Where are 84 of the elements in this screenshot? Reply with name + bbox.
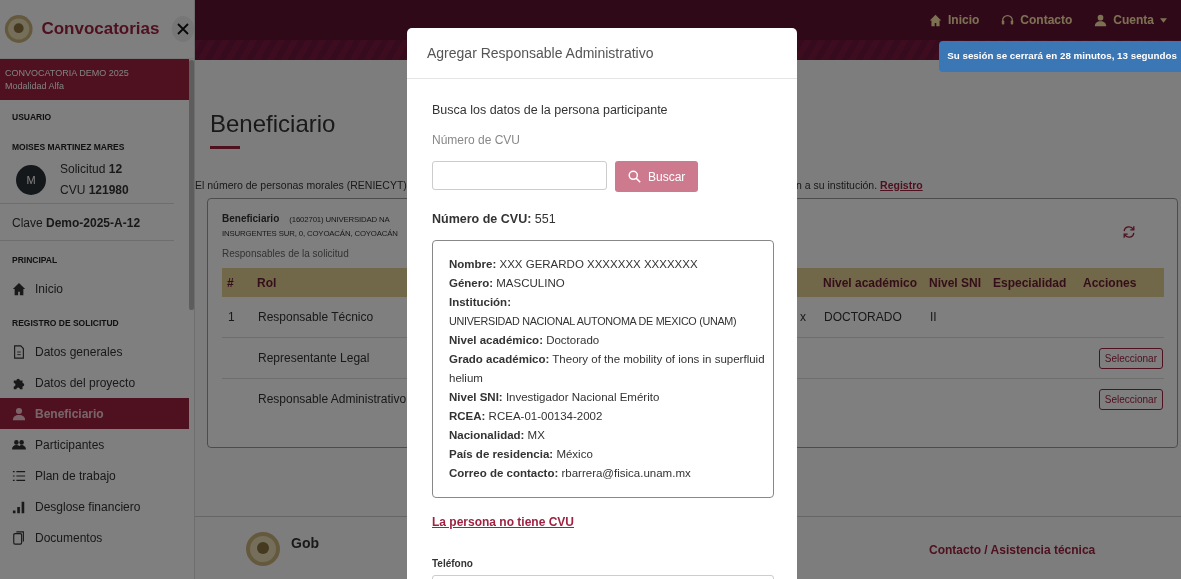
user-name: MOISES MARTINEZ MARES bbox=[11, 141, 126, 154]
home-icon bbox=[929, 13, 942, 27]
search-button[interactable]: Buscar bbox=[615, 161, 699, 192]
notice-text: El número de personas morales (RENIECYT) bbox=[195, 179, 406, 191]
cvu-number: CVU 121980 bbox=[60, 183, 129, 197]
column-header: # bbox=[226, 275, 235, 290]
column-header: Nivel académico bbox=[822, 275, 919, 290]
call-modality: Modalidad Alfa bbox=[5, 81, 66, 91]
cvu-input-field[interactable] bbox=[432, 161, 607, 190]
table-cell-text: x bbox=[800, 310, 807, 324]
select-button[interactable]: Seleccionar bbox=[1098, 388, 1163, 410]
title-underline bbox=[210, 146, 240, 149]
table-cell-text: Representante Legal bbox=[257, 351, 371, 365]
headset-icon bbox=[1001, 13, 1015, 27]
section-heading: USUARIO bbox=[11, 111, 53, 124]
close-button[interactable] bbox=[171, 16, 194, 42]
cvu-result: Número de CVU: 551 bbox=[432, 212, 557, 226]
top-nav-link[interactable]: Cuenta bbox=[1094, 13, 1167, 27]
card-subtitle: Responsables de la solicitud bbox=[222, 248, 350, 259]
top-nav-link[interactable]: Contacto bbox=[1001, 13, 1073, 27]
users-icon bbox=[12, 437, 26, 452]
caret-icon bbox=[1160, 17, 1167, 23]
section-heading: REGISTRO DE SOLICITUD bbox=[11, 317, 120, 330]
page-title: Beneficiario bbox=[210, 110, 336, 138]
nav-item[interactable]: Desglose financiero bbox=[0, 491, 189, 522]
nav-item[interactable]: Participantes bbox=[0, 429, 189, 460]
table-cell-text: DOCTORADO bbox=[823, 310, 903, 324]
detail-line: País de residencia: México bbox=[449, 447, 594, 462]
table-cell-text: II bbox=[929, 310, 938, 324]
nav-item[interactable]: Documentos bbox=[0, 522, 189, 553]
list-icon bbox=[12, 468, 26, 483]
detail-line: Género: MASCULINO bbox=[449, 276, 566, 291]
column-header: Rol bbox=[256, 275, 278, 290]
emblem-icon bbox=[4, 12, 34, 46]
application-key: Clave Demo-2025-A-12 bbox=[0, 203, 174, 241]
nav-item[interactable]: Beneficiario bbox=[0, 398, 189, 429]
home-icon bbox=[12, 281, 26, 296]
refresh-icon[interactable] bbox=[1122, 225, 1136, 239]
registration-link[interactable]: Registro bbox=[880, 179, 923, 191]
footer-logo-text: Gob bbox=[291, 535, 319, 551]
user-icon bbox=[12, 406, 26, 421]
nav-item[interactable]: Datos generales bbox=[0, 336, 189, 367]
detail-value: UNIVERSIDAD NACIONAL AUTONOMA DE MEXICO (UNAM) bbox=[449, 314, 738, 329]
scrollbar-thumb[interactable] bbox=[189, 60, 194, 310]
detail-line: Nombre: XXX GERARDO XXXXXXX XXXXXXX bbox=[449, 257, 699, 272]
nav-item[interactable]: Datos del proyecto bbox=[0, 367, 189, 398]
field-label: Número de CVU bbox=[432, 133, 522, 147]
application-number: Solicitud 12 bbox=[60, 162, 124, 176]
nav-item[interactable]: Plan de trabajo bbox=[0, 460, 189, 491]
select-button[interactable]: Seleccionar bbox=[1098, 347, 1163, 369]
detail-line: Nacionalidad: MX bbox=[449, 428, 546, 443]
close-icon bbox=[175, 22, 190, 36]
nav-item[interactable]: Inicio bbox=[0, 273, 189, 304]
column-header: Especialidad bbox=[992, 275, 1068, 290]
detail-line: Grado académico: Theory of the mobility of ions in superfluid helium bbox=[449, 352, 765, 386]
column-header: Acciones bbox=[1082, 275, 1138, 290]
bar-chart-icon bbox=[12, 499, 26, 514]
detail-line: Nivel académico: Doctorado bbox=[449, 333, 601, 348]
user-icon bbox=[1094, 13, 1108, 27]
no-cvu-link[interactable]: La persona no tiene CVU bbox=[432, 515, 575, 529]
detail-line: RCEA: RCEA-01-00134-2002 bbox=[449, 409, 604, 424]
search-icon bbox=[628, 170, 641, 183]
table-cell-text: Responsable Técnico bbox=[257, 310, 375, 324]
contact-link[interactable]: Contacto / Asistencia técnica bbox=[929, 543, 1096, 557]
detail-label: Institución: bbox=[449, 296, 511, 308]
detail-line: Correo de contacto: rbarrera@fisica.unam.mx bbox=[449, 466, 692, 481]
notice-text: n a su institución. bbox=[796, 179, 878, 191]
avatar: M bbox=[16, 164, 46, 195]
top-nav-link[interactable]: Inicio bbox=[929, 13, 980, 27]
session-alert: Su sesión se cerrará en 28 minutos, 13 segundos bbox=[939, 41, 1181, 72]
field-label: Teléfono bbox=[432, 558, 474, 569]
section-heading: PRINCIPAL bbox=[11, 254, 59, 267]
document-icon bbox=[12, 344, 26, 359]
emblem-icon bbox=[245, 531, 281, 567]
table-cell-text: Responsable Administrativo bbox=[257, 392, 408, 406]
card-label: Beneficiario bbox=[222, 213, 280, 224]
call-title: CONVOCATORIA DEMO 2025 bbox=[5, 68, 130, 78]
modal-title: Agregar Responsable Administrativo bbox=[427, 45, 654, 61]
detail-line: Nivel SNI: Investigador Nacional Emérito bbox=[449, 390, 661, 405]
table-cell-text: 1 bbox=[227, 310, 236, 324]
copy-icon bbox=[12, 530, 26, 545]
app-title: Convocatorias bbox=[41, 19, 160, 39]
search-prompt: Busca los datos de la persona participante bbox=[432, 103, 669, 117]
column-header: Nivel SNI bbox=[928, 275, 983, 290]
